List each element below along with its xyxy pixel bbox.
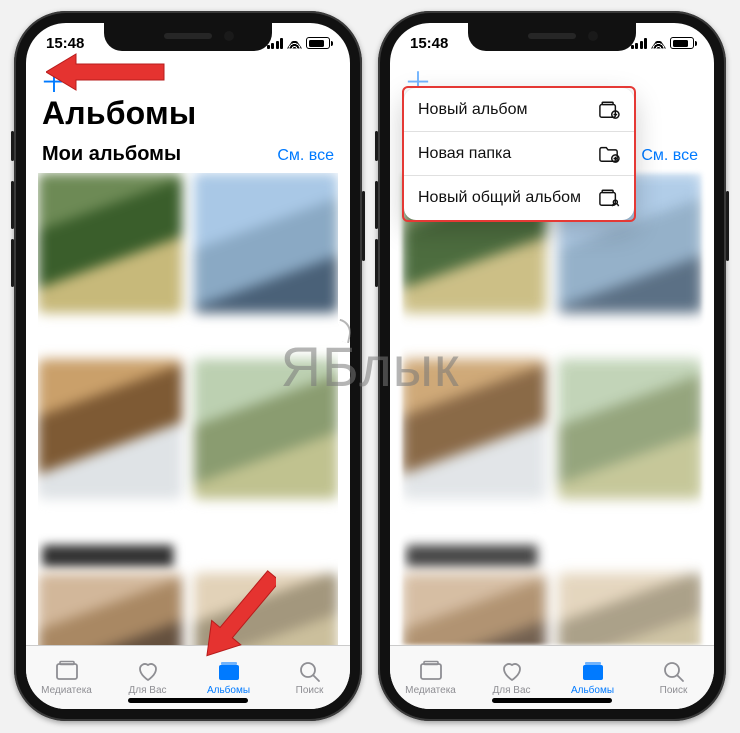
for-you-icon bbox=[135, 659, 161, 683]
status-time: 15:48 bbox=[410, 35, 448, 52]
menu-item-label: Новый альбом bbox=[418, 101, 527, 119]
home-indicator[interactable] bbox=[492, 698, 612, 703]
albums-grid[interactable] bbox=[402, 173, 702, 645]
iphone-device-right: 15:48 ＋ Альбомы Мои альбомы См. все bbox=[378, 11, 726, 721]
annotation-arrow-to-albums-tab bbox=[206, 560, 276, 670]
page-title: Альбомы bbox=[42, 95, 196, 132]
search-icon bbox=[297, 659, 323, 683]
screen: 15:48 ＋ Альбомы Мои альбомы См. все bbox=[26, 23, 350, 709]
albums-icon bbox=[580, 659, 606, 683]
albums-grid[interactable] bbox=[38, 173, 338, 645]
tab-label: Для Вас bbox=[128, 685, 166, 696]
see-all-link[interactable]: См. все bbox=[641, 147, 698, 165]
section-header: Мои альбомы См. все bbox=[42, 143, 334, 166]
menu-item-new-shared-album[interactable]: Новый общий альбом bbox=[404, 176, 634, 220]
library-icon bbox=[54, 659, 80, 683]
screen: 15:48 ＋ Альбомы Мои альбомы См. все bbox=[390, 23, 714, 709]
tab-library[interactable]: Медиатека bbox=[390, 646, 471, 709]
tab-search[interactable]: Поиск bbox=[633, 646, 714, 709]
library-icon bbox=[418, 659, 444, 683]
tab-label: Медиатека bbox=[405, 685, 456, 696]
folder-add-icon bbox=[598, 144, 620, 164]
menu-item-new-album[interactable]: Новый альбом bbox=[404, 88, 634, 132]
wifi-icon bbox=[651, 38, 666, 49]
album-tile[interactable] bbox=[38, 173, 182, 313]
for-you-icon bbox=[499, 659, 525, 683]
tab-search[interactable]: Поиск bbox=[269, 646, 350, 709]
album-tile[interactable] bbox=[402, 573, 546, 645]
tab-label: Альбомы bbox=[571, 685, 614, 696]
battery-icon bbox=[306, 37, 330, 49]
see-all-link[interactable]: См. все bbox=[277, 147, 334, 165]
home-indicator[interactable] bbox=[128, 698, 248, 703]
tab-label: Поиск bbox=[660, 685, 688, 696]
tab-library[interactable]: Медиатека bbox=[26, 646, 107, 709]
album-tile[interactable] bbox=[194, 173, 338, 313]
section-title: Мои альбомы bbox=[42, 143, 181, 166]
annotation-arrow-to-plus bbox=[46, 50, 166, 94]
tab-label: Поиск bbox=[296, 685, 324, 696]
iphone-device-left: 15:48 ＋ Альбомы Мои альбомы См. все bbox=[14, 11, 362, 721]
menu-item-new-folder[interactable]: Новая папка bbox=[404, 132, 634, 176]
album-tile[interactable] bbox=[402, 359, 546, 499]
menu-item-label: Новый общий альбом bbox=[418, 189, 581, 207]
album-tile[interactable] bbox=[558, 573, 702, 645]
menu-item-label: Новая папка bbox=[418, 145, 511, 163]
tab-label: Для Вас bbox=[492, 685, 530, 696]
notch bbox=[468, 23, 636, 51]
album-tile[interactable] bbox=[38, 359, 182, 499]
notch bbox=[104, 23, 272, 51]
album-tile[interactable] bbox=[194, 359, 338, 499]
status-time: 15:48 bbox=[46, 35, 84, 52]
search-icon bbox=[661, 659, 687, 683]
tab-label: Альбомы bbox=[207, 685, 250, 696]
battery-icon bbox=[670, 37, 694, 49]
create-menu: Новый альбом Новая папка Новый общий аль… bbox=[404, 88, 634, 220]
wifi-icon bbox=[287, 38, 302, 49]
shared-album-icon bbox=[598, 188, 620, 208]
tab-label: Медиатека bbox=[41, 685, 92, 696]
album-tile[interactable] bbox=[558, 359, 702, 499]
album-add-icon bbox=[598, 100, 620, 120]
album-tile[interactable] bbox=[38, 573, 182, 645]
